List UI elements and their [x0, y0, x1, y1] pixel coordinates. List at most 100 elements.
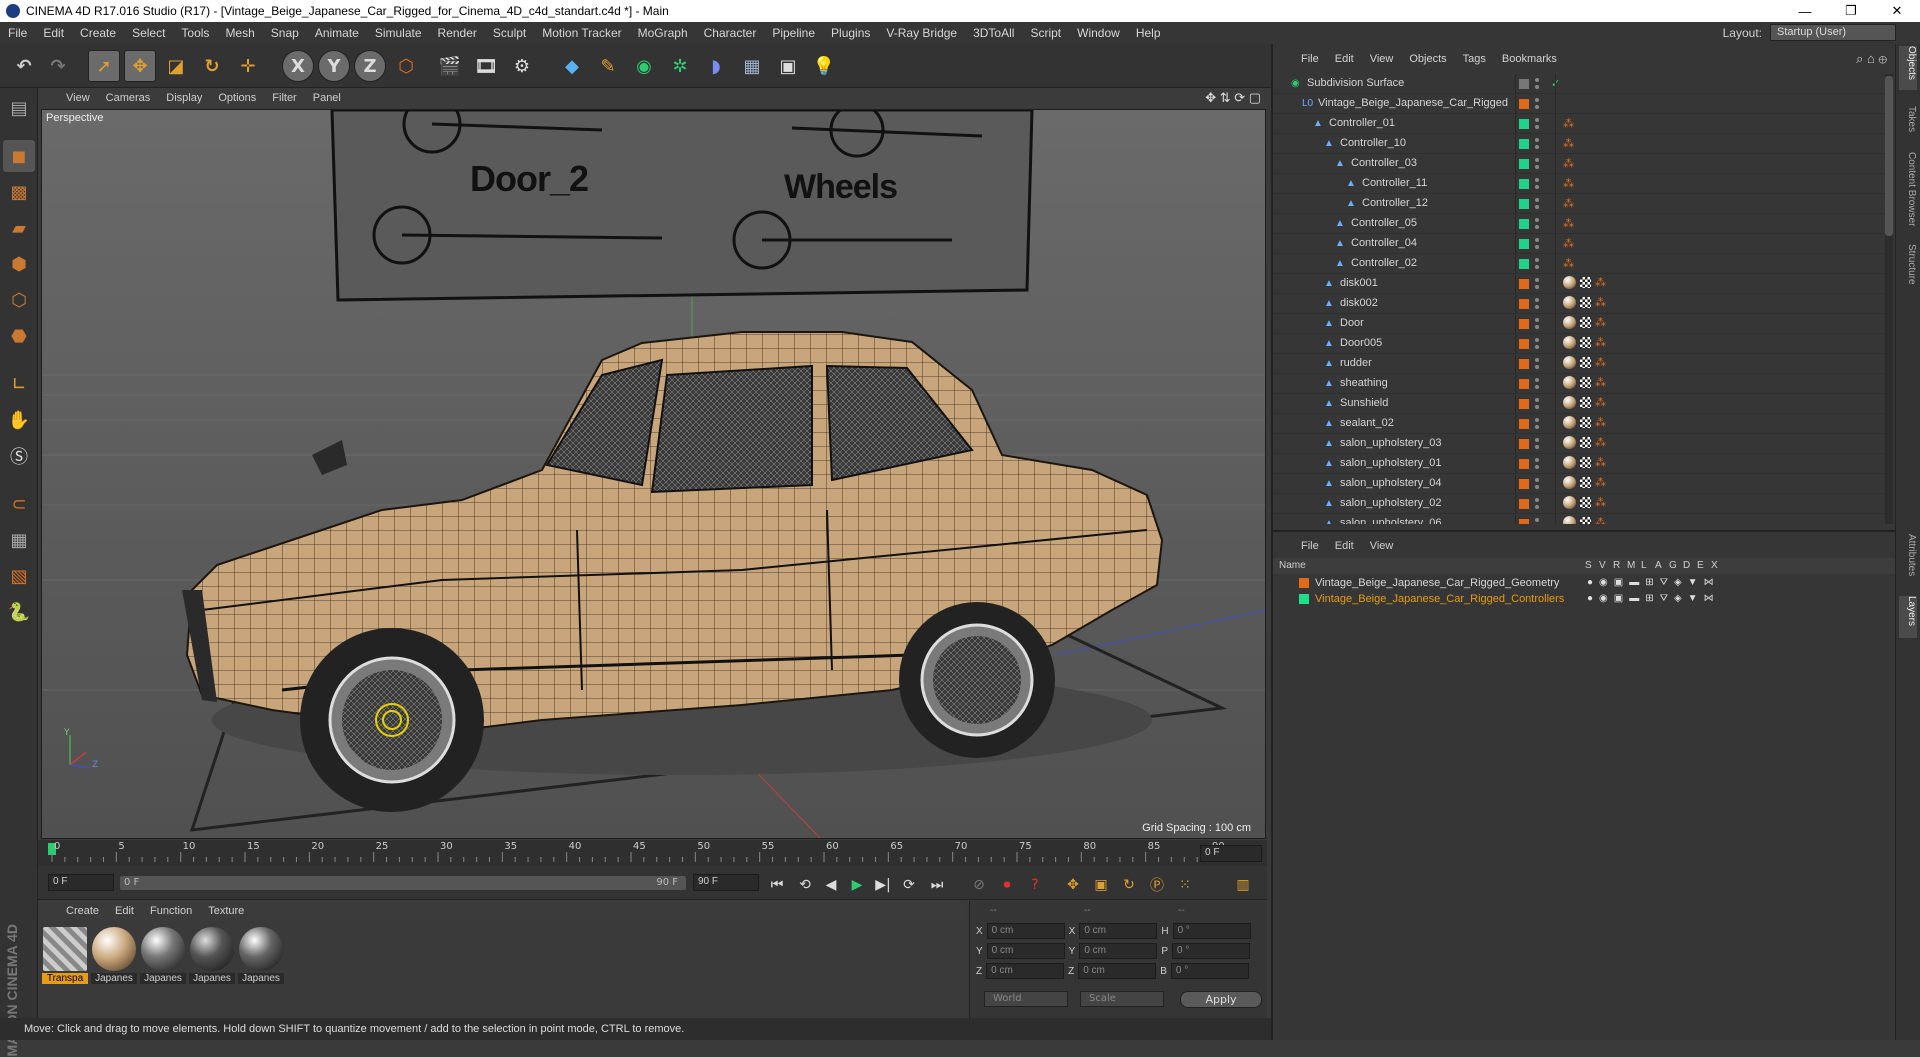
constraint-tag-icon[interactable]: ⁂: [1563, 257, 1574, 270]
texture-tag-icon[interactable]: [1580, 497, 1591, 508]
transform-tool-icon[interactable]: ✛: [232, 50, 264, 82]
material-tag-icon[interactable]: [1563, 296, 1576, 309]
texture-tag-icon[interactable]: [1580, 297, 1591, 308]
render-visibility-dot[interactable]: [1535, 345, 1539, 349]
layer-color-tag[interactable]: [1519, 499, 1529, 509]
render-visibility-dot[interactable]: [1535, 325, 1539, 329]
render-visibility-dot[interactable]: [1535, 185, 1539, 189]
texture-tag-icon[interactable]: [1580, 437, 1591, 448]
key-scale-icon[interactable]: ▣: [1090, 874, 1112, 896]
layer-header-col[interactable]: S: [1585, 560, 1592, 571]
menu-select[interactable]: Select: [124, 26, 173, 40]
size-x-field[interactable]: 0 cm: [1079, 923, 1158, 939]
viewport-menu-display[interactable]: Display: [158, 92, 210, 104]
render-visibility-dot[interactable]: [1535, 225, 1539, 229]
menu-plugins[interactable]: Plugins: [823, 26, 878, 40]
editor-visibility-dot[interactable]: [1535, 418, 1539, 422]
editor-visibility-dot[interactable]: [1535, 158, 1539, 162]
editor-visibility-dot[interactable]: [1535, 138, 1539, 142]
menu-vray-bridge[interactable]: V-Ray Bridge: [878, 26, 965, 40]
scale-tool-icon[interactable]: ◪: [160, 50, 192, 82]
layer-header-col[interactable]: D: [1683, 560, 1690, 571]
viewport-menu-view[interactable]: View: [58, 92, 98, 104]
autokey-icon[interactable]: ⏺: [996, 874, 1018, 896]
menu-window[interactable]: Window: [1069, 26, 1128, 40]
render-visibility-dot[interactable]: [1535, 305, 1539, 309]
previous-key-icon[interactable]: ⟲: [794, 874, 816, 896]
render-visibility-dot[interactable]: [1535, 105, 1539, 109]
constraint-tag-icon[interactable]: ⁂: [1595, 436, 1606, 449]
layer-color-tag[interactable]: [1519, 339, 1529, 349]
tweak-mode-icon[interactable]: ✋: [3, 404, 35, 436]
cube-primitive-icon[interactable]: ◆: [556, 50, 588, 82]
object-row[interactable]: ▲ Controller_05 ⁂: [1273, 214, 1885, 234]
material-menu-edit[interactable]: Edit: [107, 905, 142, 917]
key-pla-icon[interactable]: ⁙: [1174, 874, 1196, 896]
render-visibility-dot[interactable]: [1535, 445, 1539, 449]
object-row[interactable]: ▲ Controller_04 ⁂: [1273, 234, 1885, 254]
menu-3dtoall[interactable]: 3DToAll: [965, 26, 1022, 40]
menu-animate[interactable]: Animate: [307, 26, 367, 40]
rotation-b-field[interactable]: 0 °: [1170, 963, 1249, 979]
editor-visibility-dot[interactable]: [1535, 278, 1539, 282]
edges-mode-icon[interactable]: ⬡: [3, 284, 35, 316]
texture-tag-icon[interactable]: [1580, 477, 1591, 488]
tab-objects[interactable]: Objects: [1899, 46, 1917, 90]
range-slider[interactable]: 0 F 90 F: [120, 876, 686, 890]
material-tag-icon[interactable]: [1563, 396, 1576, 409]
coordinate-system-icon[interactable]: ⬡: [390, 50, 422, 82]
key-help-icon[interactable]: ?: [1024, 874, 1046, 896]
render-picture-viewer-icon[interactable]: 🎞: [470, 50, 502, 82]
layer-row[interactable]: Vintage_Beige_Japanese_Car_Rigged_Contro…: [1273, 592, 1897, 608]
layer-header-col[interactable]: M: [1627, 560, 1635, 571]
render-visibility-dot[interactable]: [1535, 465, 1539, 469]
layer-color-tag[interactable]: [1519, 259, 1529, 269]
size-z-field[interactable]: 0 cm: [1078, 963, 1157, 979]
make-editable-icon[interactable]: ▤: [3, 92, 35, 124]
material-tag-icon[interactable]: [1563, 516, 1576, 524]
layer-color-tag[interactable]: [1519, 119, 1529, 129]
layer-header-col[interactable]: X: [1711, 560, 1718, 571]
viewport-nav-icons[interactable]: ✥ ⇅ ⟳ ▢: [1205, 90, 1261, 106]
layer-color-tag[interactable]: [1519, 79, 1529, 89]
objects-menu-tags[interactable]: Tags: [1455, 53, 1494, 65]
size-mode-dropdown[interactable]: Scale: [1080, 991, 1164, 1007]
render-visibility-dot[interactable]: [1535, 85, 1539, 89]
tab-content-browser[interactable]: Content Browser: [1899, 152, 1917, 238]
object-row[interactable]: ▲ rudder ⁂: [1273, 354, 1885, 374]
material-swatch[interactable]: Japanes: [91, 927, 137, 989]
render-visibility-dot[interactable]: [1535, 145, 1539, 149]
constraint-tag-icon[interactable]: ⁂: [1595, 516, 1606, 524]
workplane-icon[interactable]: ▰: [3, 212, 35, 244]
object-row[interactable]: ▲ Controller_02 ⁂: [1273, 254, 1885, 274]
texture-tag-icon[interactable]: [1580, 397, 1591, 408]
constraint-tag-icon[interactable]: ⁂: [1595, 356, 1606, 369]
move-tool-icon[interactable]: ✥: [124, 50, 156, 82]
tab-takes[interactable]: Takes: [1899, 106, 1917, 146]
viewport-menu-panel[interactable]: Panel: [305, 92, 349, 104]
position-x-field[interactable]: 0 cm: [986, 923, 1065, 939]
layer-color-tag[interactable]: [1519, 359, 1529, 369]
object-row[interactable]: ▲ Door ⁂: [1273, 314, 1885, 334]
texture-tag-icon[interactable]: [1580, 517, 1591, 524]
editor-visibility-dot[interactable]: [1535, 518, 1539, 522]
layer-color-tag[interactable]: [1519, 399, 1529, 409]
material-tag-icon[interactable]: [1563, 376, 1576, 389]
material-tag-icon[interactable]: [1563, 496, 1576, 509]
texture-tag-icon[interactable]: [1580, 377, 1591, 388]
previous-frame-icon[interactable]: ◀: [820, 874, 842, 896]
render-settings-icon[interactable]: ⚙: [506, 50, 538, 82]
grid-snap-icon[interactable]: ▦: [3, 524, 35, 556]
position-z-field[interactable]: 0 cm: [986, 963, 1065, 979]
constraint-tag-icon[interactable]: ⁂: [1563, 117, 1574, 130]
layer-color-swatch[interactable]: [1299, 578, 1309, 588]
viewport-menu-cameras[interactable]: Cameras: [98, 92, 159, 104]
layer-color-swatch[interactable]: [1299, 594, 1309, 604]
editor-visibility-dot[interactable]: [1535, 298, 1539, 302]
constraint-tag-icon[interactable]: ⁂: [1595, 396, 1606, 409]
object-tree-scrollbar[interactable]: [1885, 74, 1893, 524]
editor-visibility-dot[interactable]: [1535, 378, 1539, 382]
editor-visibility-dot[interactable]: [1535, 98, 1539, 102]
menu-script[interactable]: Script: [1022, 26, 1069, 40]
constraint-tag-icon[interactable]: ⁂: [1595, 376, 1606, 389]
